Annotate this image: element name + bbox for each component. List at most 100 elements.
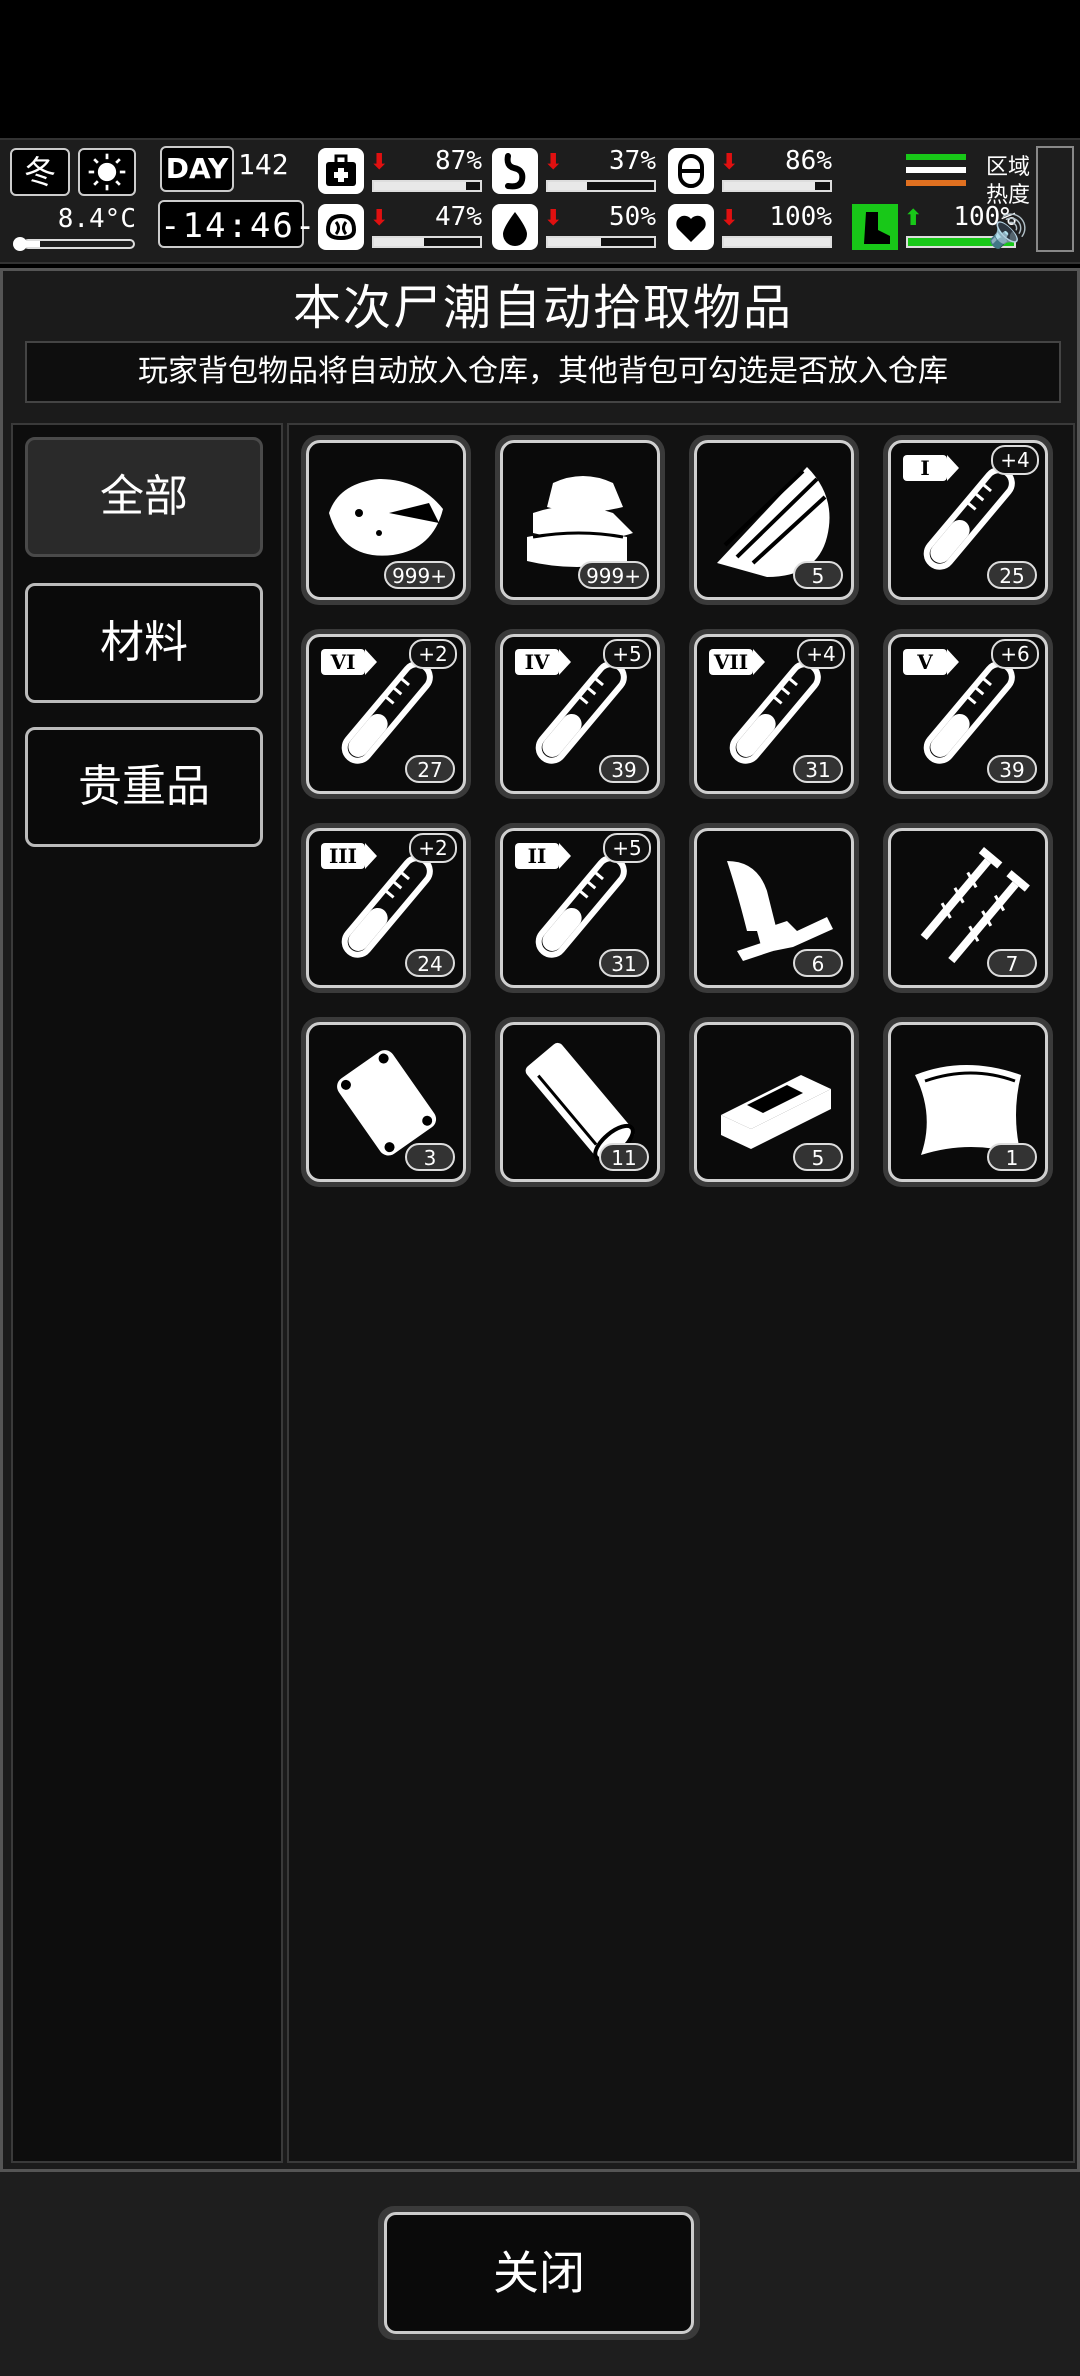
item-count: 39 — [599, 755, 649, 783]
loot-panel: 本次尸潮自动拾取物品 玩家背包物品将自动放入仓库，其他背包可勾选是否放入仓库 全… — [0, 268, 1080, 2172]
item-frame: IV +5 39 — [500, 634, 660, 794]
water-drop-icon — [492, 204, 538, 250]
speaker-icon[interactable]: 🔊 — [988, 212, 1028, 250]
stat-bar — [722, 180, 832, 192]
tier-badge: IV — [515, 649, 571, 675]
item-slot[interactable]: 7 — [883, 823, 1053, 993]
item-slot[interactable]: 6 — [689, 823, 859, 993]
item-frame: 6 — [694, 828, 854, 988]
item-frame: I +4 25 — [888, 440, 1048, 600]
item-slot[interactable]: 11 — [495, 1017, 665, 1187]
tier-badge: III — [321, 843, 377, 869]
bonus-badge: +2 — [409, 833, 457, 863]
tier-badge: VII — [709, 649, 765, 675]
region-heat-label: 区域热度 — [985, 155, 1030, 208]
close-button-label: 关闭 — [384, 2212, 694, 2334]
bonus-badge: +5 — [603, 833, 651, 863]
item-count: 27 — [405, 755, 455, 783]
tier-badge: VI — [321, 649, 377, 675]
item-slot[interactable]: IV +5 39 — [495, 629, 665, 799]
item-slot[interactable]: V +6 39 — [883, 629, 1053, 799]
stat-bar — [546, 180, 656, 192]
day-number: 142 — [238, 148, 289, 181]
item-count: 25 — [987, 561, 1037, 589]
item-count: 31 — [793, 755, 843, 783]
item-slot[interactable]: 999+ — [495, 435, 665, 605]
pill-icon — [668, 148, 714, 194]
tab-valuables[interactable]: 贵重品 — [25, 727, 263, 847]
stat-value: 100% — [769, 202, 832, 232]
item-count: 5 — [793, 1143, 843, 1171]
day-label: DAY — [160, 146, 234, 192]
stat-value: 47% — [435, 202, 482, 232]
item-frame: 7 — [888, 828, 1048, 988]
panel-title: 本次尸潮自动拾取物品 — [292, 280, 793, 336]
stat-value: 86% — [785, 146, 832, 176]
item-count: 39 — [987, 755, 1037, 783]
bonus-badge: +5 — [603, 639, 651, 669]
item-frame: 999+ — [306, 440, 466, 600]
item-slot[interactable]: 3 — [301, 1017, 471, 1187]
footer-bar: 关闭 — [0, 2172, 1080, 2376]
item-slot[interactable]: 1 — [883, 1017, 1053, 1187]
item-frame: 3 — [306, 1022, 466, 1182]
item-slot[interactable]: II +5 31 — [495, 823, 665, 993]
item-frame: 1 — [888, 1022, 1048, 1182]
stat-bar — [722, 236, 832, 248]
item-count: 31 — [599, 949, 649, 977]
item-count: 11 — [599, 1143, 649, 1171]
stomach-icon — [492, 148, 538, 194]
stat-bar — [546, 236, 656, 248]
item-count: 6 — [793, 949, 843, 977]
thermometer-icon — [10, 236, 138, 252]
item-frame: 5 — [694, 1022, 854, 1182]
side-panel-toggle[interactable] — [1036, 146, 1074, 252]
temperature-readout: 8.4°C — [57, 204, 136, 234]
tier-badge: II — [515, 843, 571, 869]
item-slot[interactable]: 5 — [689, 435, 859, 605]
stat-value: 37% — [609, 146, 656, 176]
heart-icon — [668, 204, 714, 250]
item-frame: II +5 31 — [500, 828, 660, 988]
item-grid: 999+ 999+ 5 I +4 25 VI +2 27 IV +5 39 VII +4 31 V +6 39 II… — [287, 423, 1075, 2163]
item-frame: 999+ — [500, 440, 660, 600]
item-count: 7 — [987, 949, 1037, 977]
stat-bar — [372, 180, 482, 192]
bonus-badge: +4 — [991, 445, 1039, 475]
item-count: 999+ — [384, 561, 455, 589]
tier-badge: V — [903, 649, 959, 675]
game-clock: -14:46- — [158, 200, 315, 248]
sun-icon — [78, 148, 136, 196]
item-slot[interactable]: I +4 25 — [883, 435, 1053, 605]
item-count: 24 — [405, 949, 455, 977]
boot-icon — [852, 204, 898, 250]
item-count: 3 — [405, 1143, 455, 1171]
item-count: 1 — [987, 1143, 1037, 1171]
category-sidebar: 全部 材料 贵重品 — [11, 423, 283, 2163]
item-frame: V +6 39 — [888, 634, 1048, 794]
item-count: 999+ — [578, 561, 649, 589]
item-frame: VI +2 27 — [306, 634, 466, 794]
item-slot[interactable]: 999+ — [301, 435, 471, 605]
item-count: 5 — [793, 561, 843, 589]
medkit-icon — [318, 148, 364, 194]
bonus-badge: +6 — [991, 639, 1039, 669]
item-slot[interactable]: VII +4 31 — [689, 629, 859, 799]
bonus-badge: +2 — [409, 639, 457, 669]
notice-banner: 玩家背包物品将自动放入仓库，其他背包可勾选是否放入仓库 — [25, 341, 1061, 403]
tab-materials[interactable]: 材料 — [25, 583, 263, 703]
item-slot[interactable]: VI +2 27 — [301, 629, 471, 799]
speed-lines-icon — [906, 150, 966, 190]
tier-badge: I — [903, 455, 959, 481]
item-slot[interactable]: III +2 24 — [301, 823, 471, 993]
stat-bar — [372, 236, 482, 248]
stat-value: 50% — [609, 202, 656, 232]
status-hud: 冬 8.4°C DAY 142 -14:46- ⬇ 87% ⬇ 37% ⬇ 86% ⬇ 47%… — [0, 138, 1080, 264]
item-slot[interactable]: 5 — [689, 1017, 859, 1187]
close-button[interactable]: 关闭 — [378, 2206, 700, 2340]
bonus-badge: +4 — [797, 639, 845, 669]
tab-all[interactable]: 全部 — [25, 437, 263, 557]
brain-icon — [318, 204, 364, 250]
season-indicator: 冬 — [10, 148, 70, 196]
item-frame: 5 — [694, 440, 854, 600]
